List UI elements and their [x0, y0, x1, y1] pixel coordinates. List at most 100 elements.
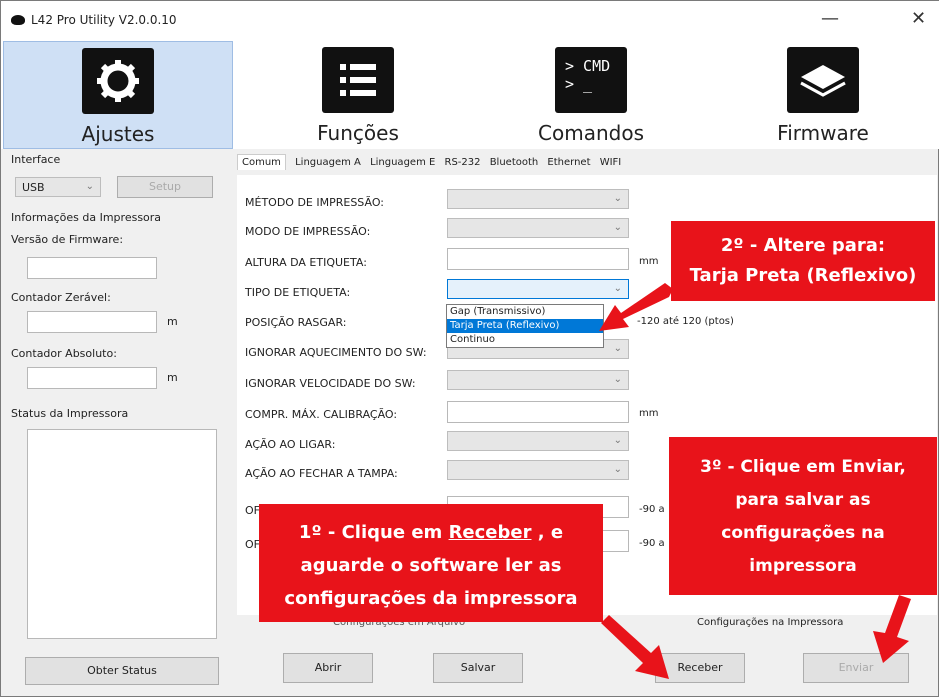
chip-icon — [787, 47, 859, 113]
minimize-button[interactable]: — — [821, 9, 839, 29]
offset-range-2: -90 a — [639, 538, 665, 549]
step2-callout: 2º - Altere para: Tarja Preta (Reflexivo… — [671, 221, 935, 301]
form-label: IGNORAR AQUECIMENTO DO SW: — [245, 346, 427, 359]
interface-value: USB — [22, 181, 45, 194]
form-label: IGNORAR VELOCIDADE DO SW: — [245, 377, 416, 390]
interface-select[interactable]: USB ⌄ — [15, 177, 101, 197]
window-title: L42 Pro Utility V2.0.0.10 — [31, 13, 177, 27]
printer-info-label: Informações da Impressora — [11, 211, 162, 224]
step2-text: Tarja Preta (Reflexivo) — [689, 265, 917, 286]
absolute-counter-field — [27, 367, 157, 389]
absolute-counter-unit: m — [167, 371, 178, 384]
step1-callout: 1º - Clique em Receber , e aguarde o sof… — [259, 504, 603, 622]
power-on-action-select[interactable]: ⌄ — [447, 431, 629, 451]
form-label: MÉTODO DE IMPRESSÃO: — [245, 196, 384, 209]
ignore-speed-select[interactable]: ⌄ — [447, 370, 629, 390]
dropdown-option[interactable]: Gap (Transmissivo) — [447, 305, 603, 319]
step3-text: configurações na — [721, 523, 885, 543]
chevron-down-icon: ⌄ — [613, 193, 622, 204]
close-button[interactable]: ✕ — [911, 9, 926, 29]
toolbar-label: Comandos — [538, 121, 644, 145]
chevron-down-icon: ⌄ — [613, 343, 622, 354]
reset-counter-label: Contador Zerável: — [11, 291, 111, 304]
tab-comum[interactable]: Comum — [237, 154, 286, 170]
chevron-down-icon: ⌄ — [613, 222, 622, 233]
close-lid-action-select[interactable]: ⌄ — [447, 460, 629, 480]
step3-text: 3º - Clique em Enviar, — [700, 457, 906, 477]
dropdown-option-selected[interactable]: Tarja Preta (Reflexivo) — [447, 319, 603, 333]
form-label: AÇÃO AO FECHAR A TAMPA: — [245, 467, 398, 480]
printer-config-label: Configurações na Impressora — [697, 617, 844, 628]
form-label: COMPR. MÁX. CALIBRAÇÃO: — [245, 408, 398, 421]
interface-label: Interface — [11, 153, 61, 166]
app-icon — [11, 15, 25, 25]
gear-icon — [82, 48, 154, 114]
form-label: OF — [245, 538, 260, 551]
reset-counter-unit: m — [167, 315, 178, 328]
tab-ethernet[interactable]: Ethernet — [547, 157, 590, 168]
step3-text: impressora — [749, 556, 857, 576]
step1-text: configurações da impressora — [284, 588, 578, 609]
label-type-dropdown: Gap (Transmissivo) Tarja Preta (Reflexiv… — [446, 304, 604, 348]
offset-range-1: -90 a — [639, 504, 665, 515]
step1-text-link: Receber — [448, 522, 532, 543]
chevron-down-icon: ⌄ — [613, 374, 622, 385]
app-window: L42 Pro Utility V2.0.0.10 — ✕ Ajustes Fu… — [0, 0, 939, 697]
absolute-counter-label: Contador Absoluto: — [11, 347, 117, 360]
list-icon — [322, 47, 394, 113]
tab-rs232[interactable]: RS-232 — [445, 157, 481, 168]
arrow-to-send-icon — [873, 595, 911, 663]
form-label: ALTURA DA ETIQUETA: — [245, 256, 367, 269]
printer-status-box — [27, 429, 217, 639]
arrow-to-receive-icon — [601, 615, 669, 679]
main-toolbar: Ajustes Funções > CMD > _ Comandos Firmw… — [1, 41, 939, 149]
form-label: OF — [245, 504, 260, 517]
form-label: POSIÇÃO RASGAR: — [245, 316, 347, 329]
unit-mm: mm — [639, 256, 659, 267]
settings-tabs: Comum Linguagem A Linguagem E RS-232 Blu… — [237, 154, 627, 170]
label-height-input[interactable] — [447, 248, 629, 270]
bottom-bar: Configurações em Arquivo Abrir Salvar Co… — [237, 611, 937, 691]
tab-linguagem-e[interactable]: Linguagem E — [370, 157, 435, 168]
get-status-button[interactable]: Obter Status — [25, 657, 219, 685]
printer-status-label: Status da Impressora — [11, 407, 129, 420]
tab-bluetooth[interactable]: Bluetooth — [490, 157, 539, 168]
form-label: TIPO DE ETIQUETA: — [245, 286, 351, 299]
chevron-down-icon: ⌄ — [613, 435, 622, 446]
toolbar-funcoes[interactable]: Funções — [243, 41, 473, 149]
step2-text: 2º - Altere para: — [720, 235, 886, 256]
print-mode-select[interactable]: ⌄ — [447, 218, 629, 238]
dropdown-option[interactable]: Continuo — [447, 333, 603, 347]
firmware-version-field — [27, 257, 157, 279]
firmware-version-label: Versão de Firmware: — [11, 233, 124, 246]
step1-text: 1º - Clique em Receber , e — [259, 516, 603, 549]
tab-wifi[interactable]: WIFI — [600, 157, 622, 168]
step3-callout: 3º - Clique em Enviar, para salvar as co… — [669, 437, 937, 595]
max-calibration-input[interactable] — [447, 401, 629, 423]
left-panel: Interface USB ⌄ Setup Informações da Imp… — [7, 151, 229, 691]
step1-text-pre: 1º - Clique em — [298, 522, 449, 543]
chevron-down-icon: ⌄ — [85, 181, 94, 192]
save-button[interactable]: Salvar — [433, 653, 523, 683]
reset-counter-field — [27, 311, 157, 333]
step1-text: aguarde o software ler as — [300, 555, 562, 576]
title-bar: L42 Pro Utility V2.0.0.10 — ✕ — [1, 1, 939, 41]
toolbar-comandos[interactable]: > CMD > _ Comandos — [476, 41, 706, 149]
setup-button[interactable]: Setup — [117, 176, 213, 198]
form-label: AÇÃO AO LIGAR: — [245, 438, 336, 451]
toolbar-label: Firmware — [777, 121, 869, 145]
chevron-down-icon: ⌄ — [613, 464, 622, 475]
unit-mm: mm — [639, 408, 659, 419]
toolbar-ajustes[interactable]: Ajustes — [3, 41, 233, 149]
toolbar-label: Ajustes — [81, 122, 155, 146]
arrow-to-dropdown-icon — [599, 283, 673, 331]
toolbar-label: Funções — [317, 121, 399, 145]
toolbar-firmware[interactable]: Firmware — [708, 41, 938, 149]
form-label: MODO DE IMPRESSÃO: — [245, 225, 371, 238]
print-method-select[interactable]: ⌄ — [447, 189, 629, 209]
open-button[interactable]: Abrir — [283, 653, 373, 683]
tab-linguagem-a[interactable]: Linguagem A — [295, 157, 361, 168]
step1-text-post: , e — [531, 522, 564, 543]
step3-text: para salvar as — [735, 490, 871, 510]
cmd-icon: > CMD > _ — [555, 47, 627, 113]
